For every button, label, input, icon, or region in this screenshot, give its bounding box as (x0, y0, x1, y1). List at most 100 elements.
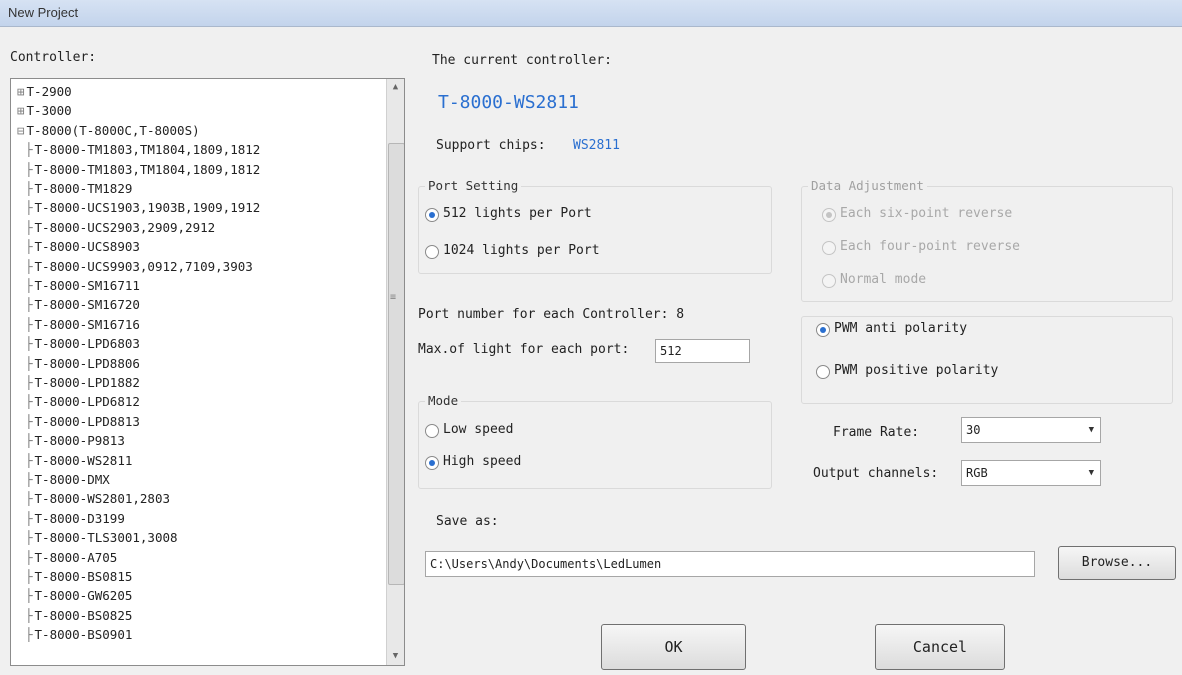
tree-branch-icon: ├ (25, 200, 33, 216)
tree-item[interactable]: ├ T-8000-SM16711 (25, 277, 140, 295)
tree-item[interactable]: ├ T-8000-TLS3001,3008 (25, 529, 178, 547)
max-lights-label: Max.of light for each port: (418, 342, 630, 357)
save-path-input[interactable]: C:\Users\Andy\Documents\LedLumen (425, 551, 1035, 577)
tree-branch-icon: ├ (25, 219, 33, 235)
tree-branch-icon: ├ (25, 336, 33, 352)
tree-branch-icon: ├ (25, 394, 33, 410)
tree-branch-icon: ├ (25, 491, 33, 507)
frame-rate-select[interactable]: 30 ▼ (961, 417, 1101, 443)
scroll-up-arrow-icon[interactable]: ▲ (387, 79, 404, 96)
tree-item[interactable]: ├ T-8000-LPD6803 (25, 335, 140, 353)
tree-item[interactable]: ├ T-8000-GW6205 (25, 587, 132, 605)
radio-1024-lights[interactable] (425, 245, 439, 259)
label-four-point-reverse[interactable]: Each four-point reverse (840, 239, 1020, 254)
tree-branch-icon: ├ (25, 627, 33, 643)
tree-branch-icon: ├ (25, 181, 33, 196)
tree-item[interactable]: ├ T-8000-LPD1882 (25, 374, 140, 392)
tree-item[interactable]: ├ T-8000-UCS9903,0912,7109,3903 (25, 258, 253, 276)
scroll-down-arrow-icon[interactable]: ▼ (387, 648, 404, 665)
tree-item[interactable]: ├ T-8000-SM16720 (25, 296, 140, 314)
tree-item[interactable]: ├ T-8000-LPD8806 (25, 355, 140, 373)
support-chips-value: WS2811 (573, 138, 620, 153)
tree-item[interactable]: ├ T-8000-LPD8813 (25, 413, 140, 431)
radio-low-speed[interactable] (425, 424, 439, 438)
tree-item-label: T-8000-LPD6812 (34, 394, 140, 410)
label-low-speed[interactable]: Low speed (443, 422, 513, 437)
radio-four-point-reverse[interactable] (822, 241, 836, 255)
tree-item[interactable]: ├ T-8000-WS2801,2803 (25, 490, 170, 508)
mode-group: Mode Low speed High speed (418, 393, 772, 489)
label-six-point-reverse[interactable]: Each six-point reverse (840, 206, 1012, 221)
expand-icon[interactable]: ⊞ (17, 84, 25, 99)
label-1024-lights[interactable]: 1024 lights per Port (443, 243, 600, 258)
label-pwm-positive[interactable]: PWM positive polarity (834, 363, 998, 378)
radio-512-lights[interactable] (425, 208, 439, 222)
tree-item-label: T-8000-WS2811 (34, 452, 133, 468)
tree-item[interactable]: ├ T-8000-BS0815 (25, 568, 132, 586)
collapse-icon[interactable]: ⊟ (17, 123, 25, 138)
tree-item-label: T-8000-DMX (34, 472, 110, 487)
tree-item-label: T-8000-LPD8806 (34, 355, 140, 371)
tree-item[interactable]: ├ T-8000-A705 (25, 549, 117, 567)
tree-branch-icon: ├ (25, 433, 33, 449)
port-setting-group: Port Setting 512 lights per Port 1024 li… (418, 178, 772, 274)
tree-item[interactable]: ⊞ T-2900 (17, 83, 72, 101)
radio-six-point-reverse[interactable] (822, 208, 836, 222)
radio-pwm-positive[interactable] (816, 365, 830, 379)
output-channels-value: RGB (966, 466, 988, 480)
tree-item[interactable]: ├ T-8000-UCS2903,2909,2912 (25, 219, 215, 237)
label-pwm-anti[interactable]: PWM anti polarity (834, 321, 967, 336)
tree-item[interactable]: ├ T-8000-P9813 (25, 432, 125, 450)
tree-branch-icon: ├ (25, 375, 33, 390)
tree-item[interactable]: ├ T-8000-UCS8903 (25, 238, 140, 256)
tree-item-label: T-8000-SM16720 (34, 297, 140, 313)
expand-icon[interactable]: ⊞ (17, 103, 25, 118)
tree-branch-icon: ├ (25, 413, 33, 429)
window-title: New Project (8, 5, 79, 20)
polarity-group: PWM anti polarity PWM positive polarity (801, 316, 1173, 404)
browse-button[interactable]: Browse... (1058, 546, 1176, 580)
tree-item-label: T-8000-TLS3001,3008 (34, 530, 178, 546)
frame-rate-label: Frame Rate: (833, 425, 920, 440)
scrollbar-grip-icon: ≡ (390, 292, 397, 303)
ok-button[interactable]: OK (601, 624, 746, 670)
tree-item[interactable]: ├ T-8000-DMX (25, 471, 110, 489)
tree-item[interactable]: ├ T-8000-BS0901 (25, 626, 132, 644)
label-normal-mode[interactable]: Normal mode (840, 272, 926, 287)
tree-item[interactable]: ├ T-8000-TM1829 (25, 180, 132, 198)
tree-scrollbar[interactable]: ▲ ≡ ▼ (386, 79, 404, 665)
tree-item[interactable]: ├ T-8000-TM1803,TM1804,1809,1812 (25, 141, 260, 159)
label-high-speed[interactable]: High speed (443, 454, 521, 469)
max-lights-input[interactable]: 512 (655, 339, 750, 363)
output-channels-select[interactable]: RGB ▼ (961, 460, 1101, 486)
tree-item-label: T-8000-A705 (34, 549, 118, 565)
tree-item[interactable]: ├ T-8000-SM16716 (25, 316, 140, 334)
tree-branch-icon: ├ (25, 355, 33, 371)
tree-item[interactable]: ├ T-8000-D3199 (25, 510, 125, 528)
tree-item[interactable]: ├ T-8000-BS0825 (25, 607, 132, 625)
tree-item[interactable]: ├ T-8000-UCS1903,1903B,1909,1912 (25, 199, 260, 217)
tree-branch-icon: ├ (25, 161, 33, 177)
tree-item-label: T-8000-LPD6803 (34, 336, 140, 352)
chevron-down-icon: ▼ (1088, 425, 1094, 435)
frame-rate-value: 30 (966, 423, 981, 437)
tree-branch-icon: ├ (25, 316, 33, 332)
tree-branch-icon: ├ (25, 510, 33, 526)
tree-item[interactable]: ├ T-8000-TM1803,TM1804,1809,1812 (25, 161, 260, 179)
radio-high-speed[interactable] (425, 456, 439, 470)
tree-item[interactable]: ├ T-8000-WS2811 (25, 452, 132, 470)
current-controller-name: T-8000-WS2811 (438, 92, 579, 113)
tree-item[interactable]: ├ T-8000-LPD6812 (25, 393, 140, 411)
tree-branch-icon: ├ (25, 569, 33, 584)
tree-item[interactable]: ⊟ T-8000(T-8000C,T-8000S) (17, 122, 200, 140)
data-adjustment-group: Data Adjustment Each six-point reverse E… (801, 178, 1173, 302)
label-512-lights[interactable]: 512 lights per Port (443, 206, 592, 221)
scrollbar-thumb[interactable] (388, 143, 404, 585)
controller-tree[interactable]: ⊞ T-2900 ⊞ T-3000 ⊟ T-8000(T-8000C,T-8000S) ├ T… (10, 78, 405, 666)
radio-normal-mode[interactable] (822, 274, 836, 288)
port-setting-legend: Port Setting (425, 178, 522, 193)
support-chips-label: Support chips: (436, 138, 546, 153)
radio-pwm-anti[interactable] (816, 323, 830, 337)
tree-item[interactable]: ⊞ T-3000 (17, 102, 72, 120)
cancel-button[interactable]: Cancel (875, 624, 1005, 670)
